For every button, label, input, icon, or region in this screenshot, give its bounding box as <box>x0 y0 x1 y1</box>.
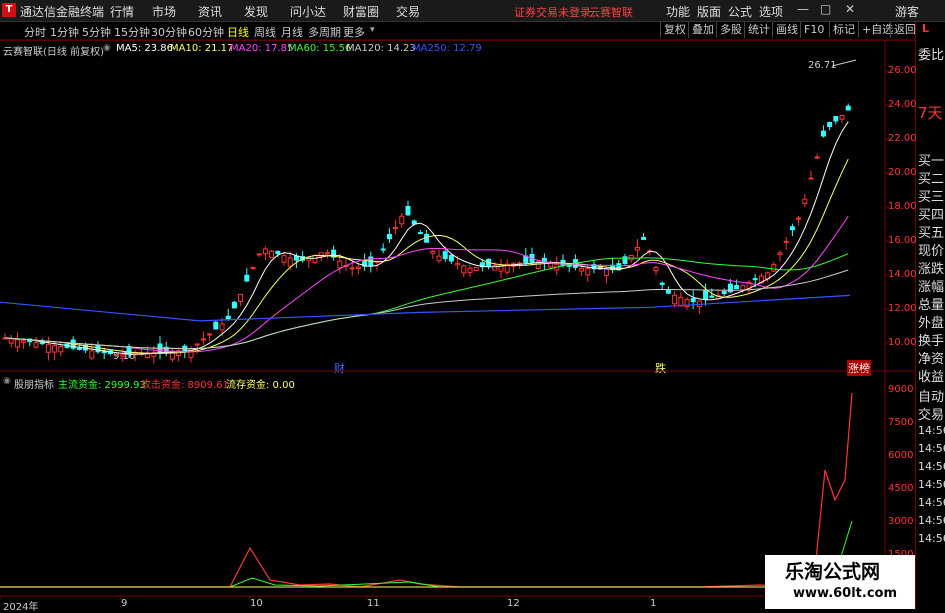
candle-body <box>39 342 45 345</box>
watermark-title: 乐淘公式网 <box>785 561 881 583</box>
candle-body <box>225 315 231 320</box>
candle-body <box>752 278 758 281</box>
candle-body <box>281 255 287 263</box>
ma250-line <box>0 294 851 322</box>
candle-body <box>95 344 101 353</box>
high-pointer <box>831 59 857 67</box>
candle-body <box>833 116 839 122</box>
ma-line <box>4 253 849 350</box>
candle-body <box>771 263 777 272</box>
candle-body <box>672 294 678 305</box>
candle-body <box>436 255 442 262</box>
candle-body <box>256 253 262 256</box>
candle-body <box>653 267 659 272</box>
candle-body <box>814 156 820 159</box>
candle-body <box>783 240 789 243</box>
ma-line <box>4 269 849 350</box>
candle-body <box>721 290 727 295</box>
candle-body <box>734 285 740 290</box>
candle-body <box>473 266 479 271</box>
candle-body <box>349 267 355 270</box>
candle-body <box>114 353 120 356</box>
candle-body <box>820 130 826 137</box>
candle-body <box>337 260 343 269</box>
candle-body <box>386 233 392 240</box>
candle-body <box>213 321 219 330</box>
candle-body <box>200 338 206 341</box>
ma-line <box>4 158 849 354</box>
candle-body <box>808 177 814 180</box>
candle-body <box>709 295 715 298</box>
candle-body <box>827 122 833 127</box>
candle-body <box>405 205 411 216</box>
candle-body <box>355 266 361 269</box>
candle-body <box>430 250 436 254</box>
candle-body <box>52 345 58 353</box>
candle-body <box>380 248 386 251</box>
candle-body <box>603 268 609 276</box>
candle-body <box>8 338 14 344</box>
candle-body <box>262 248 268 255</box>
candle-body <box>21 340 27 343</box>
candle-body <box>120 354 126 357</box>
candle-body <box>231 301 237 309</box>
candle-body <box>269 250 275 258</box>
candle-body <box>89 350 95 359</box>
candle-body <box>58 346 64 353</box>
candle-body <box>442 251 448 260</box>
candle-body <box>238 293 244 303</box>
candle-body <box>45 344 51 353</box>
candle-body <box>659 282 665 285</box>
candle-body <box>33 342 39 348</box>
candlestick-chart[interactable] <box>0 0 945 609</box>
candle-body <box>585 268 591 276</box>
candle-body <box>324 252 330 255</box>
candle-body <box>796 217 802 220</box>
candle-body <box>839 114 845 120</box>
candle-body <box>76 347 82 350</box>
candle-body <box>703 290 709 300</box>
candle-body <box>777 252 783 255</box>
candle-body <box>393 226 399 229</box>
candle-body <box>244 274 250 282</box>
candle-body <box>275 250 281 254</box>
candle-body <box>194 343 200 346</box>
candle-body <box>467 267 473 273</box>
candle-body <box>455 262 461 266</box>
candle-body <box>789 226 795 231</box>
candle-body <box>287 257 293 267</box>
candle-body <box>492 264 498 271</box>
candle-body <box>678 296 684 307</box>
candle-body <box>579 267 585 272</box>
candle-body <box>293 255 299 261</box>
candle-body <box>802 198 808 204</box>
candle-body <box>399 215 405 225</box>
attack-fund-line <box>0 392 853 588</box>
candle-body <box>417 232 423 235</box>
candle-body <box>634 246 640 251</box>
candle-body <box>740 284 746 291</box>
candle-body <box>448 254 454 262</box>
candle-body <box>665 289 671 294</box>
watermark-url: www.60lt.com <box>793 586 898 601</box>
candle-body <box>219 323 225 331</box>
candle-body <box>14 339 20 348</box>
candle-body <box>461 265 467 274</box>
candle-body <box>312 254 318 263</box>
main-fund-line <box>0 520 853 588</box>
candle-body <box>207 333 213 336</box>
candle-body <box>641 236 647 240</box>
candle-body <box>845 105 851 111</box>
candle-body <box>250 266 256 269</box>
candle-body <box>690 298 696 303</box>
